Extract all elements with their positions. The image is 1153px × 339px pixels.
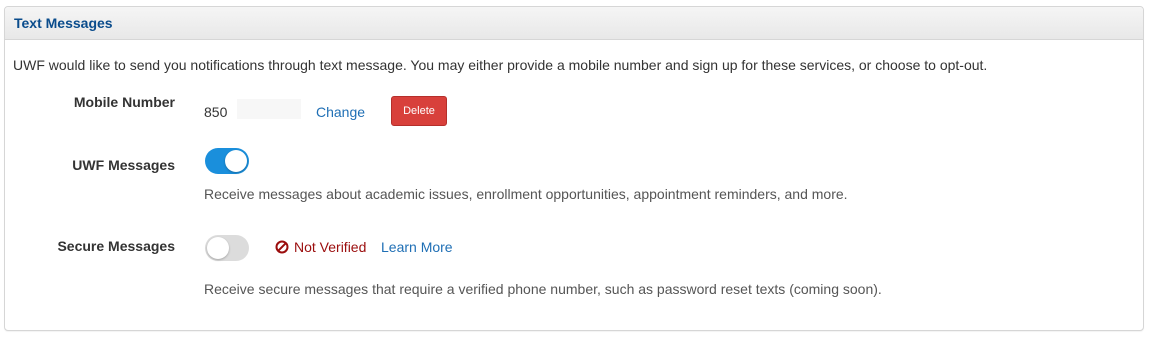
- prohibited-icon: [275, 240, 289, 254]
- learn-more-link[interactable]: Learn More: [381, 239, 453, 255]
- toggle-knob: [225, 150, 247, 172]
- uwf-messages-toggle[interactable]: [205, 148, 249, 174]
- uwf-messages-description: Receive messages about academic issues, …: [204, 186, 848, 202]
- delete-number-button[interactable]: Delete: [391, 96, 447, 126]
- mobile-number-value: 850: [204, 104, 228, 120]
- not-verified-text: Not Verified: [294, 239, 367, 255]
- secure-messages-label: Secure Messages: [57, 238, 175, 254]
- panel-title: Text Messages: [14, 15, 113, 31]
- secure-messages-description: Receive secure messages that require a v…: [204, 281, 882, 297]
- secure-messages-toggle[interactable]: [205, 235, 249, 261]
- panel-header: Text Messages: [5, 7, 1143, 40]
- intro-text: UWF would like to send you notifications…: [13, 57, 988, 73]
- change-number-link[interactable]: Change: [316, 104, 365, 120]
- text-messages-panel: Text Messages UWF would like to send you…: [4, 6, 1144, 331]
- mobile-number-label: Mobile Number: [73, 94, 175, 110]
- uwf-messages-label: UWF Messages: [72, 157, 175, 173]
- toggle-knob: [207, 237, 229, 259]
- not-verified-status: Not Verified: [275, 239, 366, 255]
- redacted-number-mask: [237, 99, 301, 119]
